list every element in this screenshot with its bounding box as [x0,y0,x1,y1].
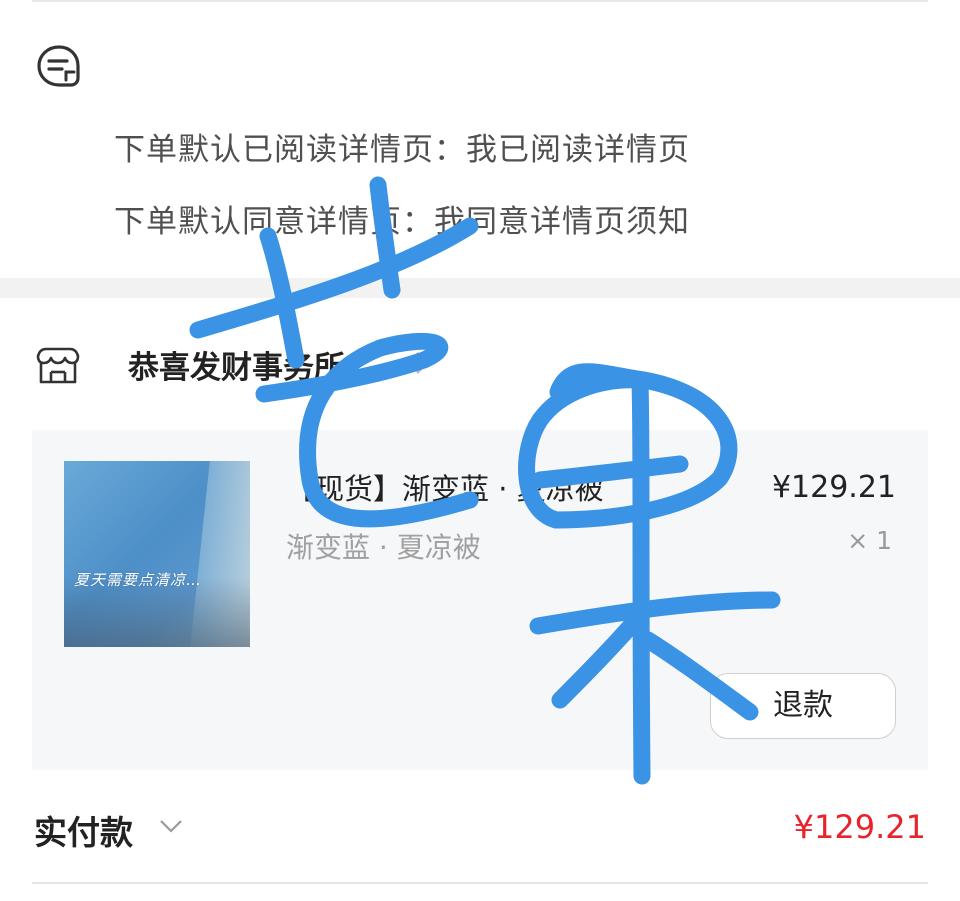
store-name[interactable]: 恭喜发财事务所 [128,342,345,387]
top-divider [32,0,928,2]
bottom-divider [32,882,928,884]
product-price: ¥129.21 [771,470,896,505]
paid-amount-label[interactable]: 实付款 [34,806,133,854]
product-thumbnail[interactable]: 夏天需要点清凉… [64,461,250,647]
chevron-down-icon[interactable] [158,818,184,834]
agree-details-note: 下单默认同意详情页：我同意详情页须知 [114,204,690,240]
product-quantity: × 1 [847,526,892,555]
paid-amount-value: ¥129.21 [793,808,926,846]
note-bubble-icon [37,45,80,87]
chevron-right-icon[interactable] [414,350,430,376]
section-separator [0,278,960,298]
store-icon[interactable] [36,346,80,386]
thumbnail-caption: 夏天需要点清凉… [74,571,203,589]
read-details-note: 下单默认已阅读详情页：我已阅读详情页 [114,132,690,168]
product-title[interactable]: 【现货】渐变蓝 · 夏凉被 [286,466,604,508]
product-spec: 渐变蓝 · 夏凉被 [286,531,481,564]
order-item-card[interactable]: 夏天需要点清凉… 【现货】渐变蓝 · 夏凉被 渐变蓝 · 夏凉被 ¥129.21… [32,430,928,770]
refund-button[interactable]: 退款 [710,673,896,739]
